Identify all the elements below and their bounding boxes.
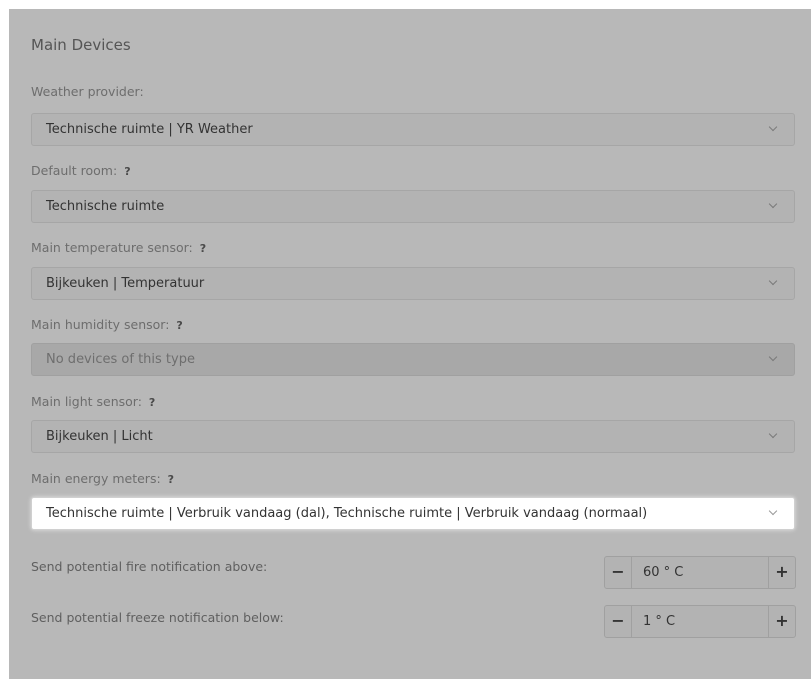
fire-threshold-value[interactable]: 60 ° C [643, 565, 683, 580]
light-sensor-select[interactable]: Bijkeuken | Licht [31, 420, 795, 453]
energy-meters-label-text: Main energy meters: [31, 471, 161, 486]
help-icon[interactable]: ? [124, 165, 130, 178]
freeze-notification-label: Send potential freeze notification below… [31, 610, 284, 625]
help-icon[interactable]: ? [200, 242, 206, 255]
light-sensor-value: Bijkeuken | Licht [46, 429, 153, 444]
default-room-value: Technische ruimte [46, 199, 165, 214]
freeze-threshold-value[interactable]: 1 ° C [643, 614, 675, 629]
energy-meters-select[interactable]: Technische ruimte | Verbruik vandaag (da… [31, 497, 795, 530]
weather-provider-select[interactable]: Technische ruimte | YR Weather [31, 113, 795, 146]
energy-meters-value: Technische ruimte | Verbruik vandaag (da… [46, 506, 648, 521]
default-room-label-text: Default room: [31, 163, 118, 178]
humidity-sensor-label-text: Main humidity sensor: [31, 317, 170, 332]
chevron-down-icon [768, 352, 778, 362]
chevron-down-icon [768, 199, 778, 209]
energy-meters-label: Main energy meters:? [31, 471, 174, 486]
weather-provider-value: Technische ruimte | YR Weather [46, 122, 253, 137]
fire-threshold-stepper[interactable]: − 60 ° C + [604, 556, 796, 589]
chevron-down-icon [768, 122, 778, 132]
increment-button[interactable]: + [768, 606, 795, 637]
default-room-select[interactable]: Technische ruimte [31, 190, 795, 223]
light-sensor-label: Main light sensor:? [31, 394, 155, 409]
chevron-down-icon [768, 276, 778, 286]
humidity-sensor-label: Main humidity sensor:? [31, 317, 183, 332]
chevron-down-icon [768, 429, 778, 439]
freeze-threshold-stepper[interactable]: − 1 ° C + [604, 605, 796, 638]
temperature-sensor-select[interactable]: Bijkeuken | Temperatuur [31, 267, 795, 300]
temperature-sensor-label-text: Main temperature sensor: [31, 240, 193, 255]
weather-provider-label: Weather provider: [31, 84, 144, 99]
default-room-label: Default room:? [31, 163, 131, 178]
decrement-button[interactable]: − [605, 557, 632, 588]
fire-notification-label: Send potential fire notification above: [31, 559, 268, 574]
help-icon[interactable]: ? [168, 473, 174, 486]
section-title: Main Devices [31, 36, 131, 54]
humidity-sensor-value: No devices of this type [46, 352, 195, 367]
temperature-sensor-label: Main temperature sensor:? [31, 240, 206, 255]
light-sensor-label-text: Main light sensor: [31, 394, 142, 409]
increment-button[interactable]: + [768, 557, 795, 588]
temperature-sensor-value: Bijkeuken | Temperatuur [46, 276, 205, 291]
weather-provider-label-text: Weather provider: [31, 84, 144, 99]
help-icon[interactable]: ? [149, 396, 155, 409]
decrement-button[interactable]: − [605, 606, 632, 637]
chevron-down-icon [768, 506, 778, 516]
humidity-sensor-select: No devices of this type [31, 343, 795, 376]
help-icon[interactable]: ? [176, 319, 182, 332]
